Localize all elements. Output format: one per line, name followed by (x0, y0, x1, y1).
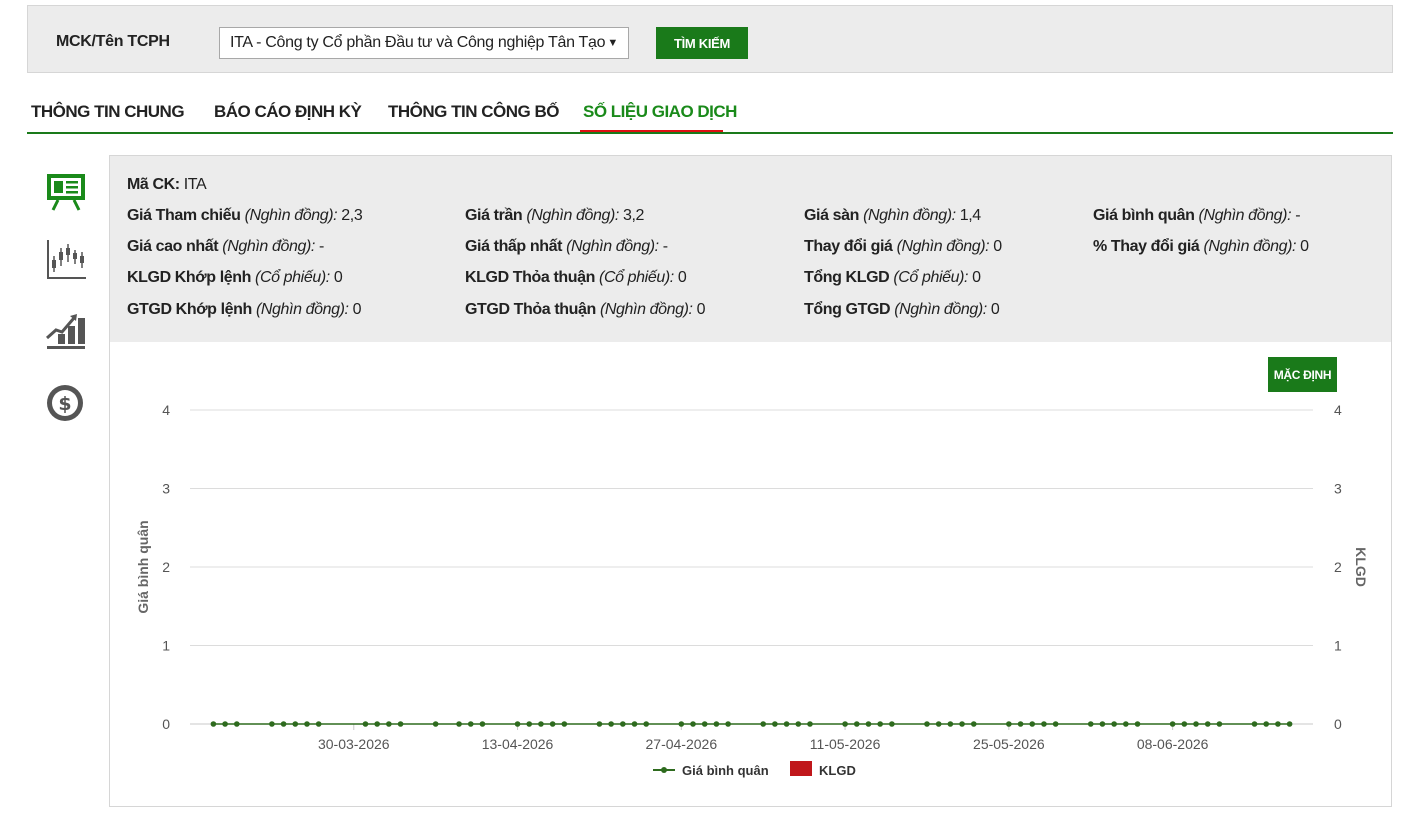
series-point-gia-binh-quan (479, 721, 486, 727)
series-point-gia-binh-quan (772, 721, 778, 727)
y-tick-label: 1 (162, 638, 170, 654)
series-point-gia-binh-quan (304, 721, 310, 727)
series-point-gia-binh-quan (924, 721, 930, 727)
series-point-gia-binh-quan (292, 721, 299, 727)
y2-tick-label: 4 (1334, 402, 1342, 418)
series-point-gia-binh-quan (1275, 721, 1281, 727)
legend-label-klgd: KLGD (819, 763, 856, 778)
y2-tick-label: 3 (1334, 481, 1342, 497)
y2-tick-label: 1 (1334, 638, 1342, 654)
series-point-gia-binh-quan (701, 721, 708, 727)
series-point-gia-binh-quan (210, 721, 217, 727)
series-point-gia-binh-quan (1193, 721, 1199, 727)
series-point-gia-binh-quan (865, 721, 872, 727)
series-point-gia-binh-quan (514, 721, 521, 727)
series-point-gia-binh-quan (1286, 721, 1293, 727)
series-point-gia-binh-quan (526, 721, 533, 727)
series-point-gia-binh-quan (280, 721, 287, 727)
series-point-gia-binh-quan (1181, 721, 1188, 727)
series-point-gia-binh-quan (1041, 721, 1047, 727)
series-point-gia-binh-quan (456, 721, 462, 727)
series-point-gia-binh-quan (561, 721, 568, 727)
y-tick-label: 3 (162, 481, 170, 497)
series-point-gia-binh-quan (1017, 721, 1024, 727)
series-point-gia-binh-quan (1029, 721, 1036, 727)
series-point-gia-binh-quan (690, 721, 696, 727)
series-point-gia-binh-quan (959, 721, 965, 727)
series-point-gia-binh-quan (947, 721, 954, 727)
series-point-gia-binh-quan (1123, 721, 1129, 727)
series-point-gia-binh-quan (315, 721, 322, 727)
series-point-gia-binh-quan (1087, 721, 1094, 727)
series-point-gia-binh-quan (643, 721, 650, 727)
y-tick-label: 4 (162, 402, 170, 418)
y2-axis-title: KLGD (1353, 547, 1369, 587)
series-point-gia-binh-quan (1251, 721, 1258, 727)
y-tick-label: 2 (162, 559, 170, 575)
series-point-gia-binh-quan (853, 721, 860, 727)
trading-chart: 0 0 1 1 2 2 3 3 4 4 Giá bình quân KLGD 30-03-2026 13-… (135, 402, 1369, 778)
series-point-gia-binh-quan (889, 721, 895, 727)
x-tick-label: 13-04-2026 (482, 736, 554, 752)
series-point-gia-binh-quan (631, 721, 638, 727)
series-point-gia-binh-quan (1052, 721, 1059, 727)
y2-tick-label: 0 (1334, 716, 1342, 732)
series-point-gia-binh-quan (596, 721, 603, 727)
series-point-gia-binh-quan (1111, 721, 1117, 727)
series-point-gia-binh-quan (608, 721, 614, 727)
series-point-gia-binh-quan (970, 721, 977, 727)
x-tick-label: 11-05-2026 (810, 736, 881, 752)
series-point-gia-binh-quan (362, 721, 369, 727)
series-point-gia-binh-quan (760, 721, 766, 727)
series-point-gia-binh-quan (1169, 721, 1176, 727)
series-point-gia-binh-quan (877, 721, 883, 727)
series-point-gia-binh-quan (783, 721, 790, 727)
series-point-gia-binh-quan (725, 721, 731, 727)
x-tick-label: 25-05-2026 (973, 736, 1045, 752)
series-point-gia-binh-quan (386, 721, 392, 727)
legend-line-marker (661, 767, 667, 773)
series-point-gia-binh-quan (432, 721, 439, 727)
legend-label-gia-binh-quan: Giá bình quân (682, 763, 769, 778)
x-tick-label: 30-03-2026 (318, 736, 390, 752)
series-point-gia-binh-quan (269, 721, 275, 727)
series-point-gia-binh-quan (1263, 721, 1270, 727)
series-point-gia-binh-quan (935, 721, 942, 727)
series-point-gia-binh-quan (549, 721, 556, 727)
series-point-gia-binh-quan (1006, 721, 1012, 727)
series-point-gia-binh-quan (1216, 721, 1223, 727)
series-point-gia-binh-quan (1134, 721, 1141, 727)
series-point-gia-binh-quan (795, 721, 802, 727)
series-point-gia-binh-quan (233, 721, 240, 727)
series-point-gia-binh-quan (374, 721, 380, 727)
series-point-gia-binh-quan (1099, 721, 1106, 727)
y-tick-label: 0 (162, 716, 170, 732)
y2-tick-label: 2 (1334, 559, 1342, 575)
series-point-gia-binh-quan (467, 721, 474, 727)
series-point-gia-binh-quan (678, 721, 685, 727)
x-tick-label: 08-06-2026 (1137, 736, 1209, 752)
series-point-gia-binh-quan (397, 721, 404, 727)
y-axis-title: Giá bình quân (135, 520, 151, 613)
series-point-gia-binh-quan (1204, 721, 1211, 727)
series-point-gia-binh-quan (222, 721, 228, 727)
series-point-gia-binh-quan (620, 721, 626, 727)
series-point-gia-binh-quan (807, 721, 813, 727)
legend-bar-swatch (790, 761, 812, 776)
series-point-gia-binh-quan (842, 721, 848, 727)
series-point-gia-binh-quan (538, 721, 544, 727)
series-point-gia-binh-quan (713, 721, 720, 727)
x-tick-label: 27-04-2026 (646, 736, 718, 752)
